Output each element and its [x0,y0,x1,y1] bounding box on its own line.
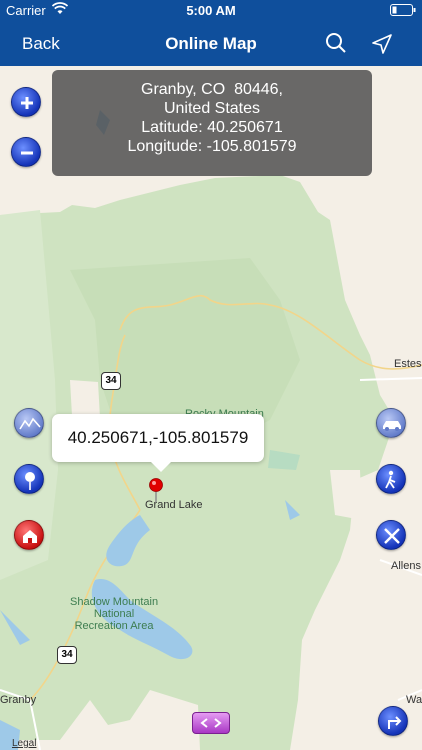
highway-34-shield-top: 34 [101,372,121,390]
left-right-arrows-icon [200,718,222,728]
terrain-icon [19,417,41,430]
map-type-button[interactable] [14,408,44,438]
plus-icon [21,97,33,109]
granby-label: Granby [0,694,37,706]
location-arrow-icon[interactable] [370,32,394,61]
house-icon [23,530,37,543]
car-icon [383,421,401,431]
allens-label: Allens [391,560,421,572]
car-route-button[interactable] [376,408,406,438]
location-info-panel: Granby, CO 80446, United States Latitude… [52,70,372,176]
clock: 5:00 AM [186,3,236,18]
home-button[interactable] [14,520,44,550]
legal-link[interactable]: Legal [12,738,36,749]
shadow-mountain-label: Shadow Mountain National Recreation Area [70,596,159,632]
wa-label: Wa [406,694,422,706]
navigation-bar: Back Online Map [0,22,422,66]
highway-34-shield-bottom: 34 [57,646,77,664]
search-icon[interactable] [325,32,347,59]
wrench-icon [384,528,400,544]
status-bar: Carrier 5:00 AM [0,0,422,22]
info-latitude: Latitude: 40.250671 [141,119,283,136]
walking-icon [385,470,396,489]
info-longitude: Longitude: -105.801579 [127,138,297,155]
walk-route-button[interactable] [376,464,406,494]
zoom-in-button[interactable] [11,87,41,117]
info-country-line: United States [163,100,261,117]
map-pin-icon[interactable] [148,478,164,507]
prev-next-arrows-button[interactable] [192,712,230,734]
minus-icon [21,151,33,155]
coordinates-callout[interactable]: 40.250671,-105.801579 [52,414,264,472]
drop-pin-button[interactable] [14,464,44,494]
directions-button[interactable] [378,706,408,736]
turn-arrow-icon [388,716,402,729]
zoom-out-button[interactable] [11,137,41,167]
estes-label: Estes [394,358,422,370]
info-address-line: Granby, CO 80446, [141,81,283,98]
page-title: Online Map [165,34,257,53]
tools-button[interactable] [376,520,406,550]
pushpin-icon [25,472,35,490]
battery-icon [390,4,416,19]
